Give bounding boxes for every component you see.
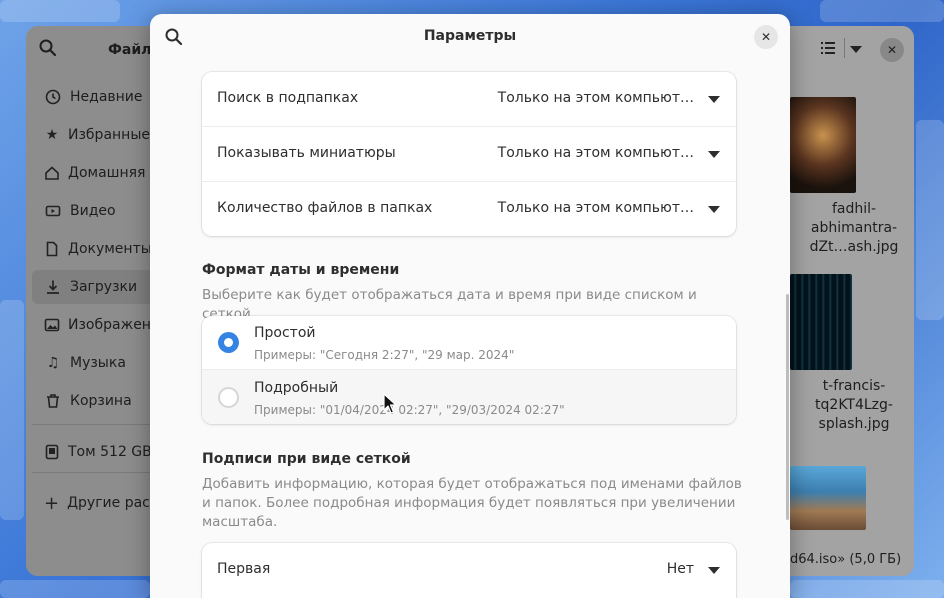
sidebar-item-label: Недавние [70, 89, 143, 105]
dropdown-value[interactable]: Только на этом компьют… [498, 145, 694, 161]
sidebar-item-label: Документы [68, 241, 152, 257]
image-thumbnail[interactable] [790, 97, 856, 193]
grid-captions-section-description: Добавить информацию, которая будет отобр… [202, 476, 742, 530]
count-files-row[interactable]: Количество файлов в папках Только на это… [202, 182, 736, 236]
image-thumbnail[interactable] [790, 466, 866, 530]
grid-captions-section-title: Подписи при виде сеткой [202, 451, 411, 467]
sidebar-item-music[interactable]: ♫ Музыка [32, 346, 150, 380]
row-label: Первая [217, 561, 271, 577]
grid-captions-card: Первая Нет [202, 543, 736, 598]
dropdown-arrow-icon[interactable] [708, 206, 720, 213]
sidebar-item-videos[interactable]: Видео [32, 194, 150, 228]
dropdown-value[interactable]: Только на этом компьют… [498, 90, 694, 106]
sidebar-divider [32, 424, 150, 425]
row-label: Количество файлов в папках [217, 200, 433, 216]
sidebar-item-label: Загрузки [70, 279, 138, 295]
plus-icon: + [44, 492, 60, 514]
option-label: Подробный [254, 380, 339, 396]
row-label: Поиск в подпапках [217, 90, 359, 106]
row-label: Показывать миниатюры [217, 145, 396, 161]
sidebar-item-label: Избранные [68, 127, 150, 143]
sidebar-item-pictures[interactable]: Изображения [32, 308, 168, 342]
show-thumbnails-row[interactable]: Показывать миниатюры Только на этом комп… [202, 127, 736, 182]
dropdown-arrow-icon[interactable] [708, 151, 720, 158]
chevron-down-icon[interactable] [850, 46, 862, 53]
scrollbar[interactable] [786, 294, 789, 520]
download-icon [44, 278, 62, 296]
preferences-dialog: Параметры ✕ Поиск в подпапках Только на … [150, 14, 790, 598]
dropdown-arrow-icon[interactable] [708, 96, 720, 103]
sidebar-item-downloads[interactable]: Загрузки [32, 270, 150, 304]
document-icon [44, 240, 60, 258]
close-icon[interactable]: ✕ [754, 25, 778, 49]
sidebar-item-recent[interactable]: Недавние [32, 80, 150, 114]
view-list-icon[interactable] [820, 40, 836, 60]
sidebar-item-home[interactable]: Домашняя папка [32, 156, 194, 190]
mouse-pointer-icon [383, 393, 397, 414]
sidebar-item-label: Корзина [70, 393, 132, 409]
option-example: Примеры: "Сегодня 2:27", "29 мар. 2024" [254, 348, 515, 362]
dropdown-value[interactable]: Только на этом компьют… [498, 200, 694, 216]
sidebar-item-label: Видео [70, 203, 116, 219]
option-example: Примеры: "01/04/2024 02:27", "29/03/2024… [254, 403, 565, 417]
datetime-option-simple[interactable]: Простой Примеры: "Сегодня 2:27", "29 мар… [202, 316, 736, 370]
search-icon[interactable] [38, 38, 58, 58]
datetime-card: Простой Примеры: "Сегодня 2:27", "29 мар… [202, 316, 736, 424]
drive-icon [44, 443, 60, 461]
datetime-option-detailed[interactable]: Подробный Примеры: "01/04/2024 02:27", "… [202, 370, 736, 424]
trash-icon [44, 392, 62, 410]
sidebar-item-other-locations[interactable]: + Другие расположения [32, 486, 233, 520]
video-icon [44, 202, 62, 220]
toolbar-divider [844, 38, 845, 58]
home-icon [44, 164, 60, 182]
file-name[interactable]: fadhil- abhimantra- dZt…ash.jpg [794, 200, 914, 257]
performance-card: Поиск в подпапках Только на этом компьют… [202, 72, 736, 236]
music-icon: ♫ [46, 355, 60, 371]
file-name[interactable]: t-francis- tq2KT4Lzg- splash.jpg [794, 377, 914, 434]
dropdown-value[interactable]: Нет [667, 561, 694, 577]
search-subfolders-row[interactable]: Поиск в подпапках Только на этом компьют… [202, 72, 736, 127]
radio-button[interactable] [218, 387, 239, 408]
sidebar-item-starred[interactable]: ★ Избранные [32, 118, 150, 152]
option-label: Простой [254, 325, 316, 341]
dropdown-arrow-icon[interactable] [708, 567, 720, 574]
sidebar-item-volume[interactable]: Том 512 GB [32, 435, 152, 469]
dialog-title: Параметры [423, 28, 517, 44]
sidebar-item-trash[interactable]: Корзина [32, 384, 150, 418]
sidebar-item-label: Музыка [70, 355, 126, 371]
caption-first-row[interactable]: Первая Нет [202, 543, 736, 597]
radio-button-selected[interactable] [218, 332, 239, 353]
dialog-header: Параметры ✕ [150, 14, 790, 60]
image-thumbnail[interactable] [790, 274, 852, 370]
datetime-section-title: Формат даты и времени [202, 262, 400, 278]
star-icon: ★ [45, 127, 59, 143]
clock-icon [44, 88, 62, 106]
close-icon[interactable]: ✕ [880, 38, 904, 62]
sidebar-item-label: Том 512 GB [68, 444, 152, 460]
status-text: d64.iso» (5,0 ГБ) [790, 552, 902, 567]
sidebar-item-documents[interactable]: Документы [32, 232, 152, 266]
sidebar-divider [32, 472, 150, 473]
image-icon [44, 316, 60, 334]
